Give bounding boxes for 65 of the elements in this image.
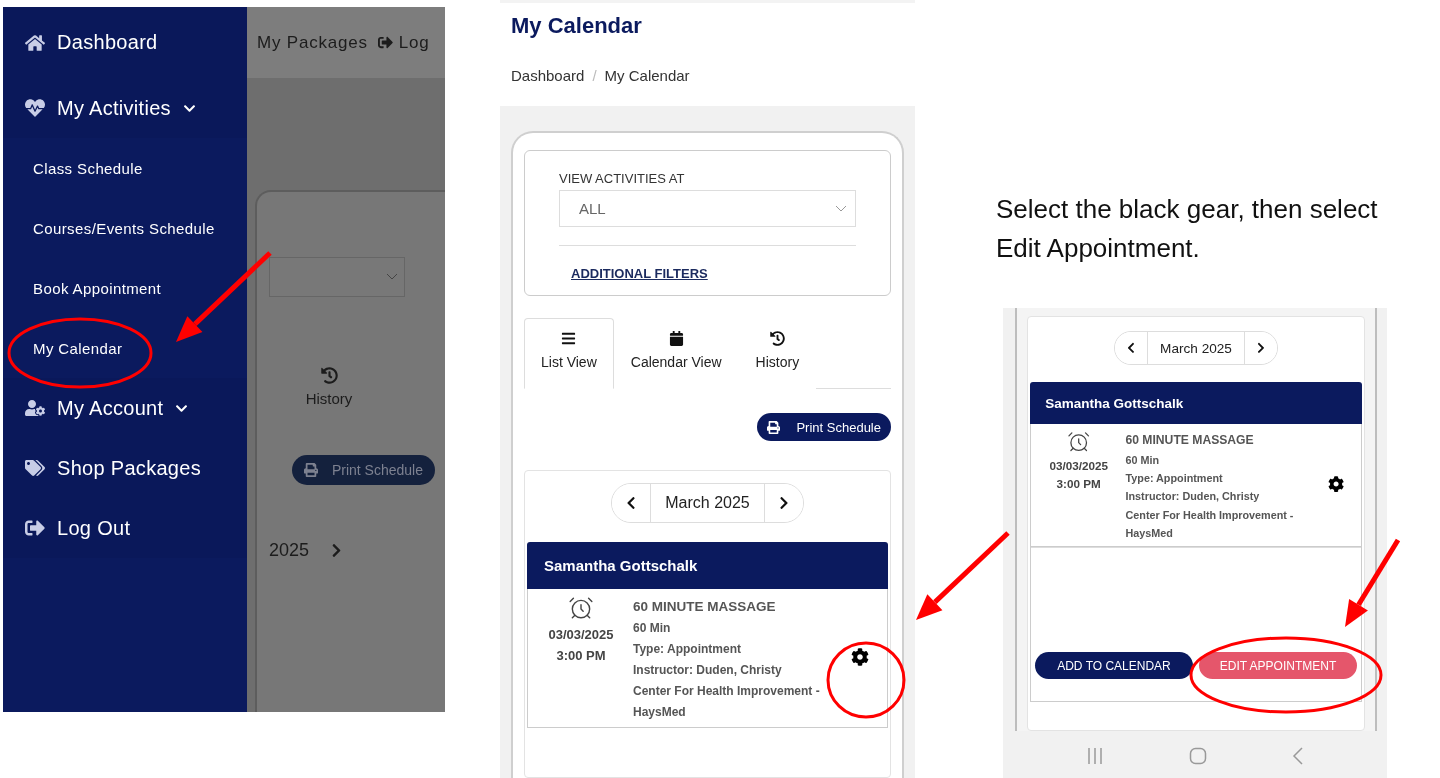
chevron-left-icon xyxy=(1125,342,1137,354)
breadcrumb-separator: / xyxy=(592,67,597,84)
printer-icon xyxy=(303,463,318,477)
submenu-item[interactable]: My Calendar xyxy=(3,318,247,378)
appointment-detail: Center For Health Improvement - xyxy=(1125,508,1295,521)
caret-icon xyxy=(386,273,398,281)
appointment-detail: Type: Appointment xyxy=(1125,471,1224,484)
page-title: My Calendar xyxy=(511,13,643,39)
submenu-item[interactable]: Book Appointment xyxy=(3,258,247,318)
appointment-detail: 60 Min xyxy=(1125,453,1161,466)
alarm-clock-icon xyxy=(1067,429,1091,454)
client-name-header: Samantha Gottschalk xyxy=(527,542,888,589)
dimmed-month-label: 2025 xyxy=(269,540,310,561)
action-button[interactable]: EDIT APPOINTMENT xyxy=(1199,652,1357,680)
appointment-detail: HaysMed xyxy=(1125,526,1174,539)
chevron-right-icon xyxy=(1255,342,1267,354)
appointment-detail: 60 Min xyxy=(633,621,672,635)
alarm-clock-icon xyxy=(568,595,594,621)
sidebar-item[interactable]: Dashboard xyxy=(3,7,247,78)
sign-out-icon xyxy=(377,35,393,50)
client-name-header: Samantha Gottschalk xyxy=(1030,382,1362,425)
heartbeat-icon xyxy=(25,98,45,118)
instruction-text: Select the black gear, then select Edit Appointment. xyxy=(996,193,1379,265)
submenu-item[interactable]: Class Schedule xyxy=(3,138,247,198)
view-tab[interactable]: List View xyxy=(524,318,614,389)
calendar-icon xyxy=(668,331,684,346)
location-dropdown[interactable]: ALL xyxy=(559,190,856,227)
filter-label: VIEW ACTIVITIES AT xyxy=(559,171,686,186)
month-label: March 2025 xyxy=(650,484,765,522)
appointment-detail: HaysMed xyxy=(633,705,687,719)
breadcrumb-item: My Calendar xyxy=(604,67,690,84)
appointment-detail: Type: Appointment xyxy=(633,642,742,656)
month-label: March 2025 xyxy=(1147,332,1245,364)
appointment-time: 3:00 PM xyxy=(1056,476,1101,490)
action-button[interactable]: ADD TO CALENDAR xyxy=(1035,652,1193,680)
print-schedule-button[interactable]: Print Schedule xyxy=(757,413,891,441)
appointment-detail: Instructor: Duden, Christy xyxy=(1125,490,1261,503)
history-icon xyxy=(769,331,785,346)
submenu-item[interactable]: Courses/Events Schedule xyxy=(3,198,247,258)
sidebar-item[interactable]: My Activities xyxy=(3,78,247,138)
appointment-time: 3:00 PM xyxy=(556,648,606,663)
back-icon[interactable] xyxy=(1292,747,1305,765)
sign-out-icon xyxy=(25,518,45,538)
printer-icon xyxy=(767,420,781,434)
settings-icon[interactable] xyxy=(851,648,869,666)
appointment-detail: Instructor: Duden, Christy xyxy=(633,663,783,677)
appointment-date: 03/03/2025 xyxy=(1049,458,1108,472)
additional-filters-link[interactable]: ADDITIONAL FILTERS xyxy=(571,266,856,281)
sidebar-item[interactable]: Shop Packages xyxy=(3,438,247,498)
sidebar-item[interactable]: Log Out xyxy=(3,498,247,558)
appointment-detail: Center For Health Improvement - xyxy=(633,684,821,698)
sidebar-item[interactable]: My Account xyxy=(3,378,247,438)
home-icon xyxy=(25,32,45,53)
caret-icon xyxy=(835,204,847,213)
history-icon xyxy=(320,367,338,384)
list-icon xyxy=(561,331,577,346)
dimmed-tab-label: History xyxy=(305,390,353,407)
user-gear-icon xyxy=(25,398,45,418)
appointment-title: 60 MINUTE MASSAGE xyxy=(1125,433,1255,448)
home-icon[interactable] xyxy=(1189,747,1207,765)
tags-icon xyxy=(25,458,45,478)
appointment-date: 03/03/2025 xyxy=(548,627,614,642)
breadcrumb-item[interactable]: Dashboard xyxy=(511,67,585,84)
settings-icon[interactable] xyxy=(1327,476,1344,493)
appointment-title: 60 MINUTE MASSAGE xyxy=(633,599,777,614)
